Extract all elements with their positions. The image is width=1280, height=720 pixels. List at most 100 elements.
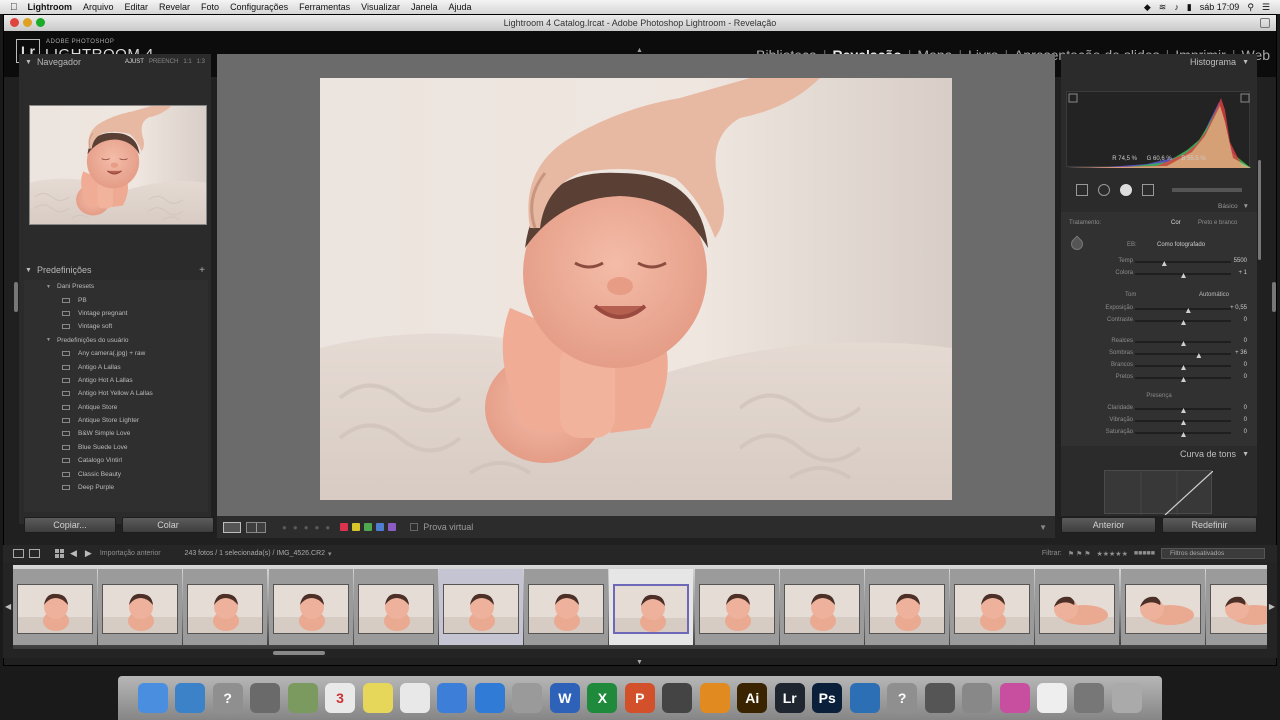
- lightroom-icon[interactable]: Lr: [774, 683, 805, 713]
- wb-select[interactable]: Como fotografado: [1157, 242, 1205, 248]
- menu-foto[interactable]: Foto: [201, 2, 219, 12]
- star-icon[interactable]: ●: [315, 523, 320, 532]
- add-preset-icon[interactable]: +: [199, 265, 205, 276]
- slider-value[interactable]: 0: [1223, 405, 1247, 411]
- star-icon[interactable]: ●: [325, 523, 330, 532]
- slider-value[interactable]: 0: [1223, 338, 1247, 344]
- right-panel-scrollbar[interactable]: [1258, 160, 1261, 260]
- rating-stars[interactable]: ● ● ● ● ●: [282, 523, 330, 532]
- star-icon[interactable]: ●: [304, 523, 309, 532]
- system-preferences-icon[interactable]: [512, 683, 543, 713]
- excel-icon[interactable]: X: [587, 683, 618, 713]
- filmstrip-cell[interactable]: [98, 569, 183, 645]
- tone-curve-header[interactable]: Curva de tons ▼: [1061, 446, 1257, 462]
- disclosure-triangle-icon[interactable]: ▼: [25, 59, 32, 66]
- disclosure-triangle-icon[interactable]: ▼: [25, 267, 32, 274]
- tone-curve-graph[interactable]: [1104, 470, 1214, 516]
- color-filter-icon[interactable]: ■■■■■: [1134, 550, 1155, 557]
- filmstrip-thumbnail[interactable]: [272, 584, 349, 634]
- slider-thumb[interactable]: [1196, 353, 1202, 358]
- filmstrip-scrollbar[interactable]: [273, 651, 325, 655]
- second-window-icon[interactable]: [29, 549, 40, 558]
- filmstrip-left-arrow-icon[interactable]: ◀: [5, 602, 11, 611]
- safari-icon[interactable]: [175, 683, 206, 713]
- quicktime-icon[interactable]: [849, 683, 880, 713]
- filmstrip-thumbnail[interactable]: [187, 584, 264, 634]
- disclosure-triangle-icon[interactable]: ▼: [1243, 203, 1249, 210]
- slider-value[interactable]: + 36: [1223, 350, 1247, 356]
- preset-item[interactable]: Antigo A Lallas: [24, 360, 208, 373]
- word-icon[interactable]: W: [549, 683, 580, 713]
- menu-revelar[interactable]: Revelar: [159, 2, 190, 12]
- powerpoint-icon[interactable]: P: [624, 683, 655, 713]
- filmstrip-right-arrow-icon[interactable]: ▶: [1269, 602, 1275, 611]
- preset-folder[interactable]: ▼ Predefinições do usuário: [24, 334, 208, 347]
- volume-icon[interactable]: ♪: [1174, 2, 1179, 12]
- develop-canvas[interactable]: [217, 54, 1055, 516]
- appstore-icon[interactable]: [474, 683, 505, 713]
- spot-removal-icon[interactable]: [1098, 183, 1110, 196]
- preset-item[interactable]: Vintage soft: [24, 320, 208, 333]
- crop-tool-icon[interactable]: [1076, 183, 1088, 196]
- zoom-1-3[interactable]: 1:3: [197, 59, 205, 65]
- screen-icon[interactable]: [1074, 683, 1105, 713]
- zoom-fill[interactable]: PREENCH: [149, 59, 178, 65]
- slider-track[interactable]: [1135, 353, 1231, 358]
- paste-settings-button[interactable]: Colar: [122, 517, 214, 533]
- slider-track[interactable]: [1135, 408, 1231, 413]
- filmstrip-cell[interactable]: [694, 569, 779, 645]
- launchpad-icon[interactable]: [250, 683, 281, 713]
- filmstrip-cell[interactable]: [950, 569, 1035, 645]
- soft-proof-checkbox[interactable]: [410, 523, 419, 531]
- menu-ferramentas[interactable]: Ferramentas: [299, 2, 350, 12]
- filmstrip-cell[interactable]: [1205, 569, 1267, 645]
- slider-thumb[interactable]: [1181, 377, 1186, 382]
- finder-icon[interactable]: [137, 683, 168, 713]
- star-filter-icon[interactable]: ★★★★★: [1096, 550, 1127, 558]
- toolbar-menu-chevron-icon[interactable]: ▼: [1039, 523, 1047, 532]
- filmstrip-cell[interactable]: [779, 569, 864, 645]
- notifications-icon[interactable]: ☰: [1262, 2, 1270, 13]
- color-app-icon[interactable]: [999, 683, 1030, 713]
- preview-icon[interactable]: [287, 683, 318, 713]
- color-label-swatch[interactable]: [376, 523, 385, 531]
- slider-value[interactable]: 5500: [1223, 258, 1247, 264]
- menu-arquivo[interactable]: Arquivo: [83, 2, 114, 12]
- loupe-view-icon[interactable]: [223, 521, 241, 533]
- filmstrip-source[interactable]: Importação anterior: [100, 550, 161, 557]
- filmstrip-thumbnail[interactable]: [357, 584, 434, 634]
- slider-thumb[interactable]: [1181, 320, 1186, 325]
- slider-track[interactable]: [1135, 261, 1231, 266]
- preset-item[interactable]: Blue Suede Love: [24, 441, 208, 454]
- filmstrip-cell[interactable]: [439, 569, 523, 645]
- zoom-window-button[interactable]: [36, 18, 45, 27]
- wifi-icon[interactable]: ≋: [1159, 2, 1167, 13]
- filmstrip-cell[interactable]: [183, 569, 268, 645]
- slider-value[interactable]: 0: [1223, 362, 1247, 368]
- filmstrip-count[interactable]: 243 fotos / 1 selecionada(s) / IMG_4526.…: [185, 550, 325, 557]
- slider-track[interactable]: [1135, 341, 1231, 346]
- document-icon[interactable]: [1036, 683, 1067, 713]
- right-panel-collapse-tab[interactable]: [1272, 282, 1276, 312]
- auto-tone-button[interactable]: Automático: [1199, 292, 1229, 298]
- slider-track[interactable]: [1135, 377, 1231, 382]
- slider-thumb[interactable]: [1181, 432, 1186, 437]
- slider-track[interactable]: [1135, 308, 1231, 313]
- preset-item[interactable]: Antigo Hot A Lallas: [24, 374, 208, 387]
- source-dropdown-icon[interactable]: ▾: [328, 550, 332, 558]
- left-panel-collapse-tab[interactable]: [14, 282, 18, 312]
- slider-thumb[interactable]: [1181, 408, 1186, 413]
- fullscreen-icon[interactable]: [1260, 18, 1270, 28]
- calendar-icon[interactable]: 3: [325, 683, 356, 713]
- slider-value[interactable]: 0: [1223, 374, 1247, 380]
- presets-header[interactable]: ▼ Predefinições +: [19, 262, 211, 278]
- slider-track[interactable]: [1135, 320, 1231, 325]
- battery-icon[interactable]: ▮: [1187, 2, 1192, 13]
- previous-button[interactable]: Anterior: [1061, 517, 1156, 533]
- preset-item[interactable]: Vintage pregnant: [24, 307, 208, 320]
- collapse-top-panel-icon[interactable]: ▲: [636, 47, 643, 54]
- treatment-bw-option[interactable]: Preto e branco: [1198, 220, 1237, 226]
- filmstrip-thumbnail[interactable]: [528, 584, 605, 634]
- filmstrip-thumbnail[interactable]: [17, 584, 93, 634]
- menu-app[interactable]: Lightroom: [28, 2, 73, 12]
